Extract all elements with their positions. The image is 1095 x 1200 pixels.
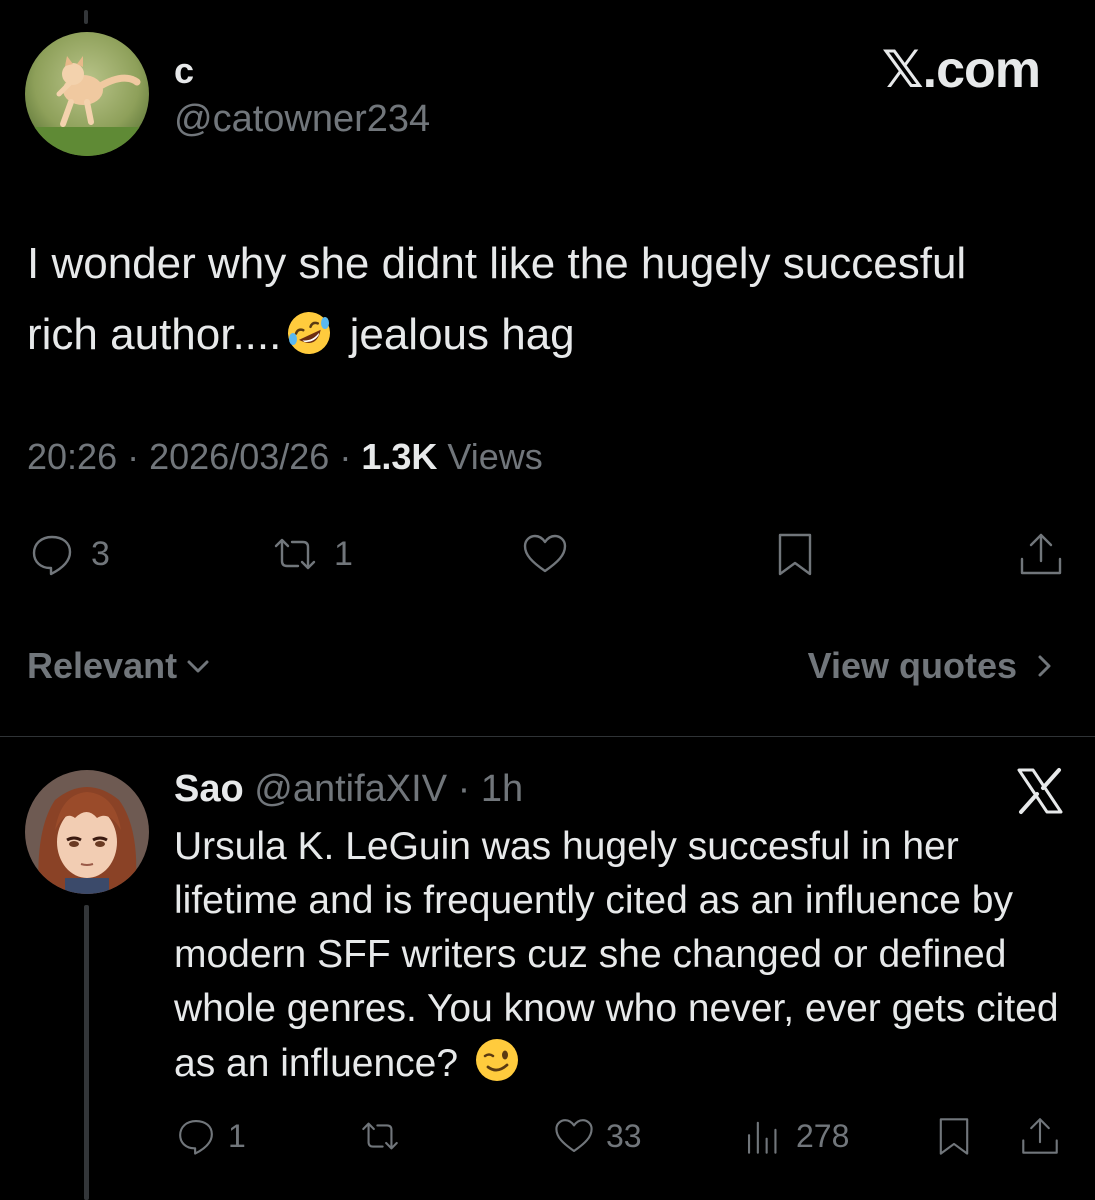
reply-views-button[interactable]: 278	[742, 1110, 849, 1162]
tweet-date[interactable]: 2026/03/26	[149, 436, 329, 477]
avatar-anime-image	[25, 770, 149, 894]
reply-views-count: 278	[796, 1117, 850, 1154]
reply-button[interactable]: 3	[27, 528, 110, 580]
share-button[interactable]	[1016, 528, 1066, 580]
sort-label: Relevant	[27, 645, 178, 686]
tweet-views-count: 1.3K	[361, 436, 438, 477]
tweet-views-label: Views	[447, 436, 543, 477]
tweet-action-bar: 3 1	[0, 528, 1095, 580]
thread-line-top	[84, 10, 88, 24]
tweet-meta: 20:26 · 2026/03/26 · 1.3K Views	[27, 436, 543, 477]
avatar-kitten-image	[25, 32, 149, 156]
avatar[interactable]	[25, 32, 149, 156]
reply-bookmark-button[interactable]	[932, 1110, 976, 1162]
bookmark-icon	[939, 1118, 969, 1155]
view-quotes-label: View quotes	[807, 645, 1017, 686]
like-button[interactable]	[520, 528, 570, 580]
like-icon	[523, 534, 567, 573]
reply-count: 3	[91, 534, 110, 573]
repost-button[interactable]: 1	[270, 528, 353, 580]
share-icon	[1020, 533, 1062, 575]
reply-like-button[interactable]: 33	[552, 1110, 642, 1162]
reply-action-bar: 1 33 278	[0, 1110, 1095, 1162]
tweet-time[interactable]: 20:26	[27, 436, 117, 477]
chevron-right-icon	[1038, 655, 1051, 677]
tweet-text-line2-end: jealous hag	[337, 310, 575, 359]
brand-watermark: 𝕏.com	[881, 41, 1041, 99]
wink-emoji-icon	[475, 1039, 518, 1081]
reply-icon	[179, 1119, 213, 1155]
chevron-down-icon	[187, 660, 209, 673]
reply-reply-count: 1	[228, 1117, 246, 1154]
repost-icon	[362, 1122, 398, 1150]
bookmark-button[interactable]	[770, 528, 820, 580]
reply-author-handle[interactable]: @antifaXIV	[254, 768, 447, 810]
bookmark-icon	[778, 533, 812, 576]
reply-share-button[interactable]	[1018, 1110, 1062, 1162]
tweet-author-name[interactable]: c	[174, 50, 194, 92]
reply-like-count: 33	[606, 1117, 642, 1154]
view-quotes-link[interactable]: View quotes	[808, 645, 1057, 687]
views-icon	[747, 1121, 777, 1154]
tweet-text: I wonder why she didnt like the hugely s…	[27, 228, 1072, 370]
rofl-emoji-icon	[288, 312, 331, 354]
repost-count: 1	[334, 534, 353, 573]
share-icon	[1022, 1118, 1058, 1154]
repost-icon	[274, 538, 316, 570]
tweet-text-line1: I wonder why she didnt like the hugely s…	[27, 239, 967, 288]
reply-text: Ursula K. LeGuin was hugely succesful in…	[174, 820, 1074, 1091]
reply-text-body: Ursula K. LeGuin was hugely succesful in…	[174, 825, 1059, 1085]
reply-reply-button[interactable]: 1	[174, 1110, 246, 1162]
x-logo-icon	[1015, 766, 1065, 816]
reply-icon	[32, 535, 72, 576]
reply-repost-button[interactable]	[358, 1110, 402, 1162]
reply-sort-dropdown[interactable]: Relevant	[27, 645, 211, 687]
reply-header: Sao @antifaXIV · 1h	[174, 768, 524, 810]
reply-author-name[interactable]: Sao	[174, 768, 244, 810]
tweet-author-handle[interactable]: @catowner234	[174, 98, 430, 141]
divider	[0, 736, 1095, 737]
reply-avatar[interactable]	[25, 770, 149, 894]
like-icon	[555, 1119, 593, 1153]
tweet-text-line2: rich author....	[27, 310, 282, 359]
reply-time[interactable]: 1h	[481, 768, 523, 810]
